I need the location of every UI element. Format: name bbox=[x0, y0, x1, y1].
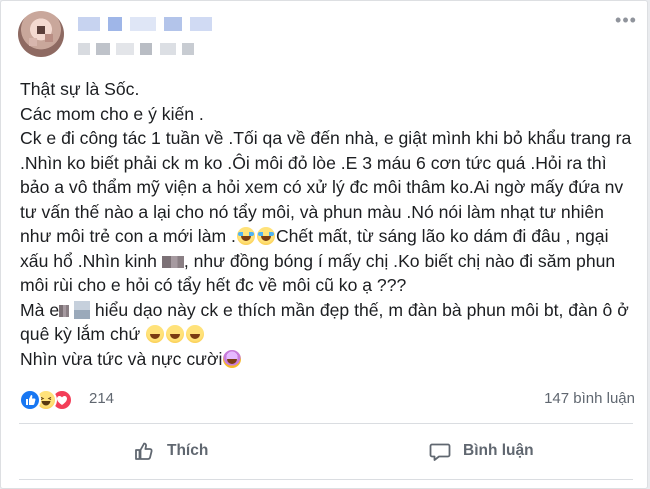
post-actions: Thích Bình luận bbox=[1, 431, 649, 475]
like-button-label: Thích bbox=[167, 442, 209, 459]
laughing-crying-emoji-icon bbox=[256, 227, 275, 245]
stats-divider bbox=[19, 423, 633, 424]
post-header: ••• bbox=[18, 11, 638, 71]
post-line-2: Các mom cho e ý kiến . bbox=[20, 103, 204, 124]
grinning-emoji-icon bbox=[166, 325, 185, 343]
post-text-segment: Mà e bbox=[20, 299, 60, 320]
post-card: ••• Thật sự là Sốc. Các mom cho e ý kiến… bbox=[0, 0, 648, 489]
actions-divider bbox=[19, 479, 633, 480]
redacted-word bbox=[161, 255, 184, 268]
redacted-word bbox=[74, 300, 91, 319]
post-timestamp-redacted[interactable] bbox=[78, 43, 238, 55]
comment-button[interactable]: Bình luận bbox=[429, 431, 534, 471]
more-options-button[interactable]: ••• bbox=[614, 11, 638, 33]
post-line-5: Nhìn vừa tức và nực cười bbox=[20, 347, 635, 372]
post-line-1: Thật sự là Sốc. bbox=[20, 79, 140, 99]
redacted-word bbox=[59, 304, 70, 317]
avatar[interactable] bbox=[18, 11, 64, 57]
comment-button-label: Bình luận bbox=[463, 442, 534, 459]
post-stats: 214 147 bình luận bbox=[19, 387, 635, 411]
thumbs-up-icon bbox=[135, 442, 153, 460]
post-text-segment: hiểu dạo này ck e thích mần đẹp thế, m đ… bbox=[20, 299, 629, 345]
laughing-crying-emoji-icon bbox=[236, 227, 255, 245]
grinning-emoji-icon bbox=[186, 325, 205, 343]
grinning-emoji-icon bbox=[146, 325, 165, 343]
post-text-segment: Nhìn vừa tức và nực cười bbox=[20, 348, 223, 369]
post-paragraph-3: Ck e đi công tác 1 tuần về .Tối qa về đế… bbox=[20, 126, 635, 298]
like-reaction-icon bbox=[19, 389, 41, 411]
like-button[interactable]: Thích bbox=[133, 431, 208, 471]
post-paragraph-4: Mà e hiểu dạo này ck e thích mần đẹp thế… bbox=[20, 298, 635, 347]
comment-count-link[interactable]: 147 bình luận bbox=[544, 390, 635, 407]
reaction-count[interactable]: 214 bbox=[89, 390, 114, 407]
dizzy-face-emoji-icon bbox=[223, 349, 242, 368]
post-body: Thật sự là Sốc. Các mom cho e ý kiến . C… bbox=[20, 77, 635, 371]
comment-bubble-icon bbox=[429, 443, 451, 461]
author-name-redacted[interactable] bbox=[78, 17, 278, 31]
